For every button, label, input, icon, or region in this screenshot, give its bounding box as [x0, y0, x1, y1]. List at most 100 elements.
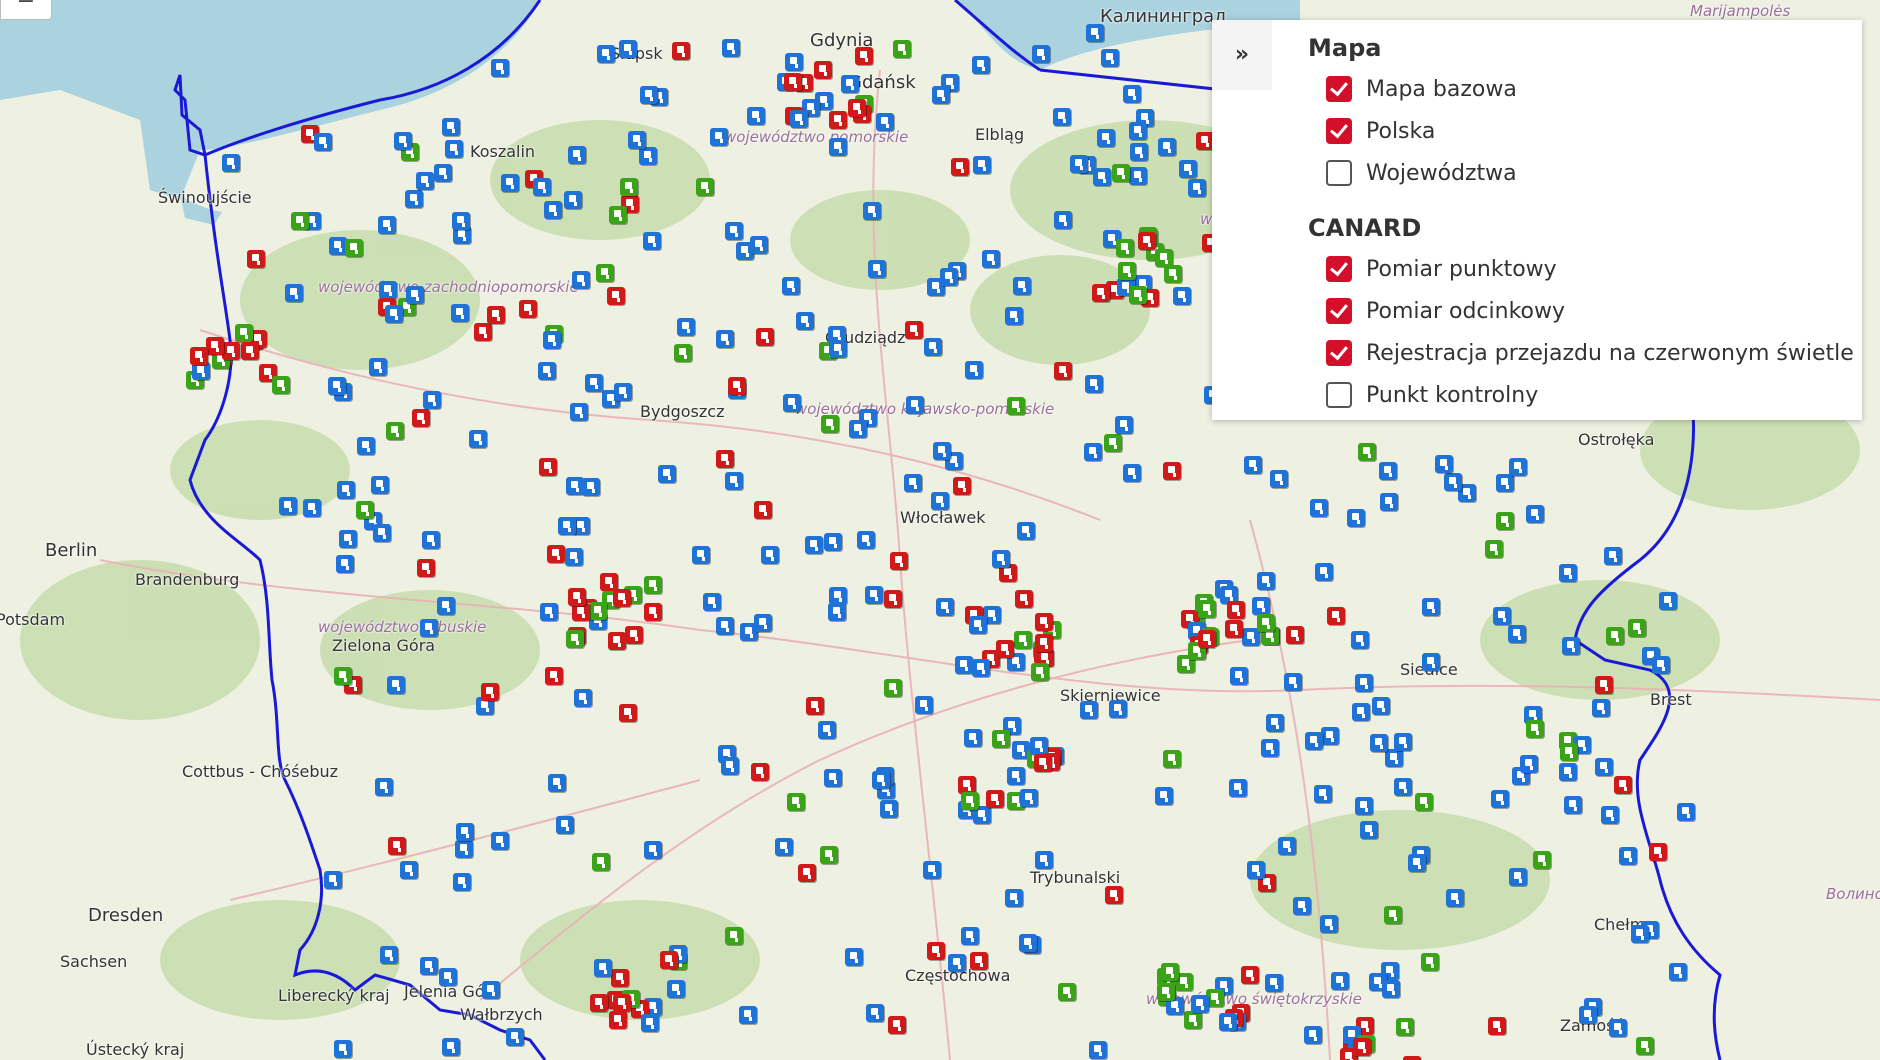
speed-camera-icon[interactable]	[628, 130, 647, 149]
section-speed-camera-icon[interactable]	[1560, 742, 1579, 761]
speed-camera-icon[interactable]	[1079, 700, 1098, 719]
speed-camera-icon[interactable]	[1370, 733, 1389, 752]
speed-camera-icon[interactable]	[880, 799, 899, 818]
layer-pomiar-odcinkowy[interactable]: Pomiar odcinkowy	[1326, 298, 1565, 324]
speed-camera-icon[interactable]	[796, 312, 815, 331]
speed-camera-icon[interactable]	[1101, 48, 1120, 67]
red-light-camera-icon[interactable]	[926, 941, 945, 960]
speed-camera-icon[interactable]	[930, 492, 949, 511]
red-light-camera-icon[interactable]	[805, 697, 824, 716]
checkbox-checked[interactable]	[1326, 298, 1352, 324]
red-light-camera-icon[interactable]	[996, 639, 1015, 658]
speed-camera-icon[interactable]	[933, 442, 952, 461]
speed-camera-icon[interactable]	[963, 729, 982, 748]
speed-camera-icon[interactable]	[1265, 973, 1284, 992]
speed-camera-icon[interactable]	[532, 177, 551, 196]
speed-camera-icon[interactable]	[1601, 806, 1620, 825]
section-speed-camera-icon[interactable]	[1421, 953, 1440, 972]
speed-camera-icon[interactable]	[1595, 758, 1614, 777]
speed-camera-icon[interactable]	[828, 586, 847, 605]
speed-camera-icon[interactable]	[972, 658, 991, 677]
speed-camera-icon[interactable]	[371, 475, 390, 494]
section-speed-camera-icon[interactable]	[1396, 1018, 1415, 1037]
red-light-camera-icon[interactable]	[568, 587, 587, 606]
speed-camera-icon[interactable]	[400, 861, 419, 880]
checkbox-checked[interactable]	[1326, 340, 1352, 366]
speed-camera-icon[interactable]	[433, 164, 452, 183]
red-light-camera-icon[interactable]	[416, 558, 435, 577]
speed-camera-icon[interactable]	[667, 980, 686, 999]
speed-camera-icon[interactable]	[1129, 122, 1148, 141]
red-light-camera-icon[interactable]	[1015, 590, 1034, 609]
speed-camera-icon[interactable]	[754, 614, 773, 633]
speed-camera-icon[interactable]	[1330, 972, 1349, 991]
speed-camera-icon[interactable]	[1158, 138, 1177, 157]
speed-camera-icon[interactable]	[1347, 509, 1366, 528]
speed-camera-icon[interactable]	[436, 597, 455, 616]
red-light-camera-icon[interactable]	[1104, 885, 1123, 904]
section-speed-camera-icon[interactable]	[1414, 792, 1433, 811]
red-light-camera-icon[interactable]	[953, 477, 972, 496]
speed-camera-icon[interactable]	[676, 318, 695, 337]
speed-camera-icon[interactable]	[1246, 861, 1265, 880]
section-speed-camera-icon[interactable]	[1627, 618, 1646, 637]
red-light-camera-icon[interactable]	[240, 342, 259, 361]
speed-camera-icon[interactable]	[501, 173, 520, 192]
speed-camera-icon[interactable]	[378, 281, 397, 300]
speed-camera-icon[interactable]	[1422, 598, 1441, 617]
speed-camera-icon[interactable]	[387, 676, 406, 695]
speed-camera-icon[interactable]	[775, 837, 794, 856]
speed-camera-icon[interactable]	[380, 945, 399, 964]
speed-camera-icon[interactable]	[1012, 277, 1031, 296]
speed-camera-icon[interactable]	[1659, 591, 1678, 610]
section-speed-camera-icon[interactable]	[344, 238, 363, 257]
speed-camera-icon[interactable]	[991, 549, 1010, 568]
section-speed-camera-icon[interactable]	[234, 323, 253, 342]
red-light-camera-icon[interactable]	[1035, 612, 1054, 631]
speed-camera-icon[interactable]	[1371, 697, 1390, 716]
speed-camera-icon[interactable]	[563, 191, 582, 210]
red-light-camera-icon[interactable]	[611, 968, 630, 987]
speed-camera-icon[interactable]	[285, 284, 304, 303]
red-light-camera-icon[interactable]	[1091, 283, 1110, 302]
red-light-camera-icon[interactable]	[412, 409, 431, 428]
speed-camera-icon[interactable]	[1005, 307, 1024, 326]
speed-camera-icon[interactable]	[547, 774, 566, 793]
speed-camera-icon[interactable]	[468, 429, 487, 448]
speed-camera-icon[interactable]	[221, 153, 240, 172]
section-speed-camera-icon[interactable]	[960, 792, 979, 811]
speed-camera-icon[interactable]	[1130, 143, 1149, 162]
speed-camera-icon[interactable]	[278, 496, 297, 515]
speed-camera-icon[interactable]	[750, 235, 769, 254]
speed-camera-icon[interactable]	[420, 618, 439, 637]
speed-camera-icon[interactable]	[868, 259, 887, 278]
speed-camera-icon[interactable]	[709, 127, 728, 146]
red-light-camera-icon[interactable]	[950, 157, 969, 176]
speed-camera-icon[interactable]	[968, 616, 987, 635]
speed-camera-icon[interactable]	[1355, 797, 1374, 816]
speed-camera-icon[interactable]	[932, 86, 951, 105]
speed-camera-icon[interactable]	[1520, 754, 1539, 773]
red-light-camera-icon[interactable]	[986, 789, 1005, 808]
speed-camera-icon[interactable]	[569, 403, 588, 422]
speed-camera-icon[interactable]	[1508, 868, 1527, 887]
section-speed-camera-icon[interactable]	[892, 40, 911, 59]
red-light-camera-icon[interactable]	[544, 666, 563, 685]
layer-punkt-kontrolny[interactable]: Punkt kontrolny	[1326, 382, 1538, 408]
speed-camera-icon[interactable]	[1265, 714, 1284, 733]
section-speed-camera-icon[interactable]	[1206, 988, 1225, 1007]
red-light-camera-icon[interactable]	[783, 73, 802, 92]
red-light-camera-icon[interactable]	[625, 625, 644, 644]
speed-camera-icon[interactable]	[1218, 1012, 1237, 1031]
section-speed-camera-icon[interactable]	[992, 729, 1011, 748]
speed-camera-icon[interactable]	[782, 393, 801, 412]
layer-pomiar-punktowy[interactable]: Pomiar punktowy	[1326, 256, 1557, 282]
speed-camera-icon[interactable]	[1070, 154, 1089, 173]
red-light-camera-icon[interactable]	[1162, 462, 1181, 481]
speed-camera-icon[interactable]	[722, 38, 741, 57]
speed-camera-icon[interactable]	[716, 617, 735, 636]
speed-camera-icon[interactable]	[1508, 457, 1527, 476]
speed-camera-icon[interactable]	[789, 109, 808, 128]
speed-camera-icon[interactable]	[314, 132, 333, 151]
speed-camera-icon[interactable]	[1097, 128, 1116, 147]
